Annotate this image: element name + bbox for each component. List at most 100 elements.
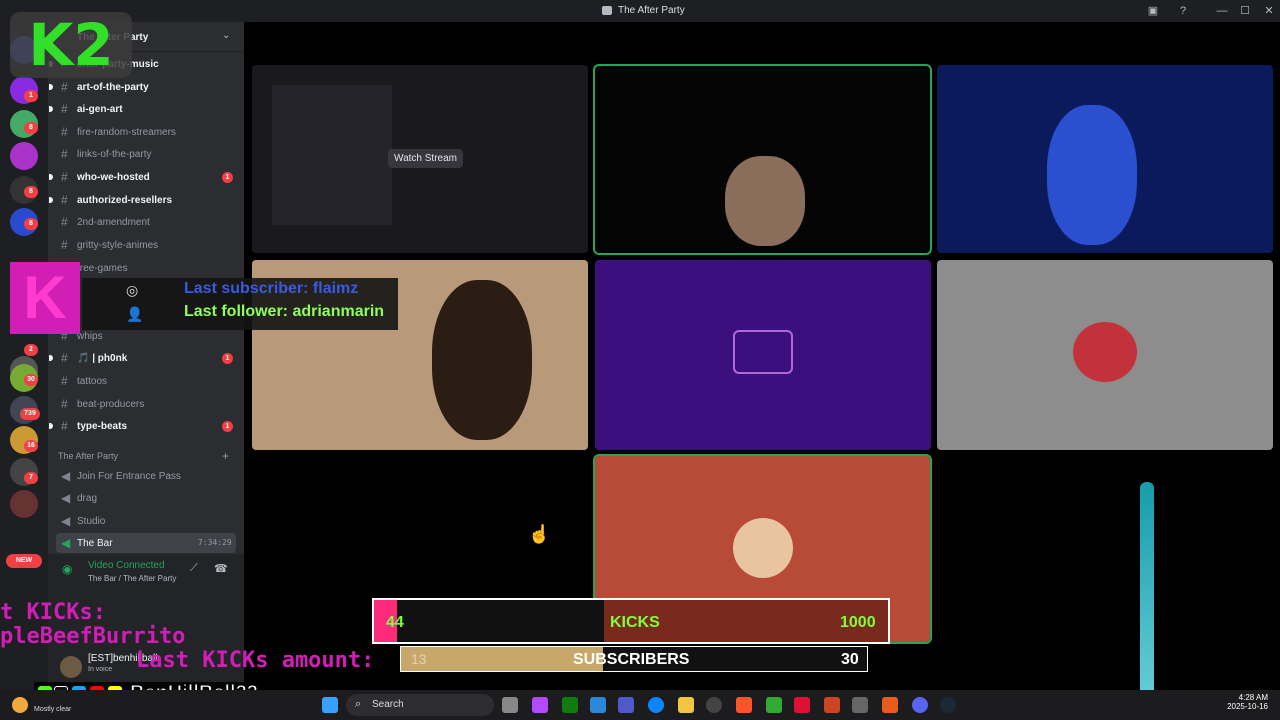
notepad-icon[interactable] [590, 697, 606, 713]
channel-item[interactable]: # 🎵 | ph0nk 1 [49, 348, 236, 368]
channel-item[interactable]: #free-games [56, 258, 236, 278]
maximize-button[interactable]: ☐ [1238, 4, 1252, 18]
channel-item[interactable]: # ai-gen-art [49, 99, 236, 119]
mention-badge: 1 [222, 421, 233, 432]
avatar[interactable] [60, 656, 82, 678]
weather-icon[interactable] [12, 697, 28, 713]
help-icon[interactable]: ? [1176, 4, 1190, 18]
hand-cursor-icon: ☝ [528, 524, 551, 544]
channel-label: art-of-the-party [77, 82, 149, 93]
last-subscriber: Last subscriber: flaimz [184, 280, 359, 297]
server-badge: 8 [24, 186, 38, 198]
add-channel-icon[interactable]: + [222, 449, 229, 463]
channel-item[interactable]: #2nd-amendment [56, 212, 236, 232]
channel-label: The Bar [77, 538, 113, 549]
channel-item[interactable]: # type-beats 1 [49, 416, 236, 436]
unread-indicator [49, 174, 53, 180]
hash-icon: # [61, 419, 68, 433]
avatar-tile[interactable] [595, 260, 931, 450]
app-icon[interactable] [882, 697, 898, 713]
avatar-tile[interactable] [937, 260, 1273, 450]
voice-location[interactable]: The Bar / The After Party [88, 574, 176, 583]
camera-tile[interactable] [937, 65, 1273, 253]
channel-label: Join For Entrance Pass [77, 471, 181, 482]
channel-item[interactable]: # art-of-the-party [49, 77, 236, 97]
decorative-strip [1140, 482, 1154, 710]
channel-label: whips [77, 331, 103, 342]
weather-label[interactable]: Mostly clear [34, 706, 71, 713]
unread-indicator [49, 106, 53, 112]
subscribers-label: SUBSCRIBERS [573, 651, 690, 668]
app-icon[interactable] [824, 697, 840, 713]
channel-label: tattoos [77, 376, 108, 387]
brave-icon[interactable] [736, 697, 752, 713]
voice-channel-item[interactable]: ◀ drag [56, 488, 236, 508]
channel-item[interactable]: # gritty-style-animes [56, 235, 236, 255]
channel-label: links-of-the-party [77, 149, 152, 160]
chevron-down-icon[interactable]: ⌄ [222, 30, 230, 41]
start-icon[interactable] [322, 697, 338, 713]
watch-stream-button[interactable]: Watch Stream [388, 149, 463, 168]
channel-item[interactable]: # beat-producers [56, 394, 236, 414]
stream-tile[interactable]: Watch Stream [252, 65, 588, 253]
user-avatar-icon [1073, 322, 1137, 382]
channel-label: who-we-hosted [77, 172, 150, 183]
stream-preview [272, 85, 392, 225]
app-icon[interactable] [794, 697, 810, 713]
channel-item[interactable]: # authorized-resellers [49, 190, 236, 210]
server-icon[interactable] [10, 142, 38, 170]
app-icon[interactable] [766, 697, 782, 713]
speaker-icon: ◀ [61, 514, 71, 528]
voice-channel-item[interactable]: ◀ Join For Entrance Pass [56, 466, 236, 486]
noise-suppression-icon[interactable]: ⟋ [190, 562, 198, 575]
voice-timer: 7:34:29 [198, 538, 232, 547]
search-box[interactable]: ⌕ Search [346, 694, 494, 716]
channel-label: fire-random-streamers [77, 127, 176, 138]
channel-sidebar: The After Party ⌄ #after-party-music #ar… [48, 22, 244, 690]
task-view-icon[interactable] [502, 697, 518, 713]
unread-indicator [49, 197, 53, 203]
minimize-button[interactable]: — [1215, 4, 1229, 18]
subscribers-goal-bar: 13 SUBSCRIBERS 30 [400, 646, 868, 672]
camera-tile[interactable] [593, 64, 932, 255]
server-icon[interactable] [10, 490, 38, 518]
server-badge: 1 [24, 90, 38, 102]
system-clock[interactable]: 4:28 AM 2025-10-16 [1220, 693, 1268, 711]
voice-channel-item[interactable]: ◀ Studio [56, 511, 236, 531]
channel-label: 2nd-amendment [77, 217, 150, 228]
discord-taskbar-icon[interactable] [912, 697, 928, 713]
channel-item[interactable]: # tattoos [56, 371, 236, 391]
edge-icon[interactable] [648, 697, 664, 713]
server-badge: 2 [24, 344, 38, 356]
hash-icon: # [61, 80, 68, 94]
voice-connected-label[interactable]: Video Connected [88, 560, 165, 571]
clock-time: 4:28 AM [1238, 693, 1268, 702]
ticker-line: t KICKs: [0, 600, 106, 625]
teams-icon[interactable] [618, 697, 634, 713]
channel-item[interactable]: # fire-random-streamers [56, 122, 236, 142]
voice-category-label[interactable]: The After Party [58, 451, 118, 461]
copilot-icon[interactable] [532, 697, 548, 713]
xbox-icon[interactable] [562, 697, 578, 713]
new-servers-pill[interactable]: NEW [6, 554, 42, 568]
speaker-icon: ◀ [61, 491, 71, 505]
last-follower: Last follower: adrianmarin [184, 303, 385, 320]
disconnect-icon[interactable]: ☎ [214, 562, 228, 575]
channel-item[interactable]: # links-of-the-party [56, 144, 236, 164]
file-explorer-icon[interactable] [678, 697, 694, 713]
close-button[interactable]: ✕ [1262, 4, 1276, 18]
hash-icon: # [61, 102, 68, 116]
channel-item[interactable]: # who-we-hosted 1 [49, 167, 236, 187]
search-icon: ⌕ [355, 698, 362, 710]
obs-icon[interactable] [706, 697, 722, 713]
app-icon[interactable] [852, 697, 868, 713]
hash-icon: # [61, 238, 68, 252]
inbox-icon[interactable]: ▣ [1146, 4, 1160, 18]
voice-channel-item[interactable]: ◀ The Bar 7:34:29 [56, 533, 236, 553]
signal-icon: ◉ [62, 562, 73, 576]
unread-indicator [49, 355, 53, 361]
subscribers-current: 13 [411, 651, 427, 667]
channel-label: ai-gen-art [77, 104, 123, 115]
steam-icon[interactable] [940, 697, 956, 713]
hash-icon: # [61, 125, 68, 139]
